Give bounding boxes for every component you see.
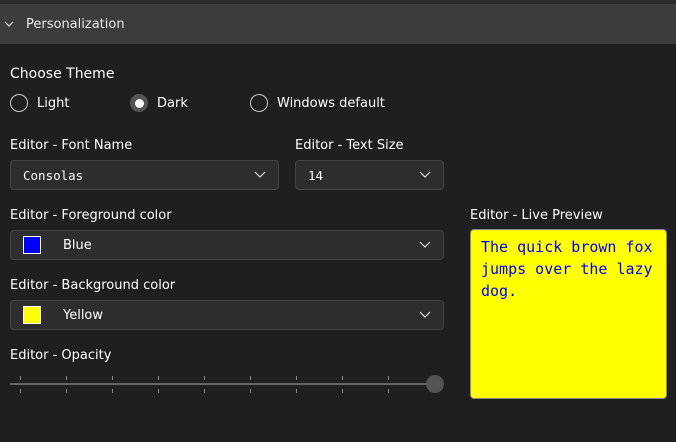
slider-tick <box>20 376 21 380</box>
radio-label: Light <box>37 95 70 111</box>
slider-tick <box>20 389 21 393</box>
slider-tick <box>342 389 343 393</box>
personalization-expander[interactable]: Personalization <box>0 4 676 44</box>
slider-tick <box>204 376 205 380</box>
radio-circle-selected <box>130 94 148 112</box>
radio-windows-default[interactable]: Windows default <box>250 94 385 112</box>
chevron-down-icon <box>419 171 431 178</box>
slider-tick <box>342 376 343 380</box>
slider-tick <box>296 389 297 393</box>
slider-tick <box>158 376 159 380</box>
foreground-value: Blue <box>63 237 92 253</box>
radio-dark[interactable]: Dark <box>130 94 188 112</box>
font-name-dropdown[interactable]: Consolas <box>10 160 279 190</box>
font-name-label: Editor - Font Name <box>10 138 133 153</box>
theme-label: Choose Theme <box>10 66 115 82</box>
slider-tick <box>250 376 251 380</box>
background-color-dropdown[interactable]: Yellow <box>10 300 444 330</box>
text-size-value: 14 <box>308 167 324 183</box>
opacity-slider-track[interactable] <box>10 383 435 385</box>
color-swatch <box>23 306 41 324</box>
radio-label: Windows default <box>277 95 385 111</box>
chevron-down-icon <box>419 311 431 318</box>
slider-tick <box>66 389 67 393</box>
font-name-value: Consolas <box>23 167 84 183</box>
radio-circle <box>10 94 28 112</box>
radio-label: Dark <box>157 95 188 111</box>
slider-tick <box>112 376 113 380</box>
opacity-slider-thumb[interactable] <box>426 375 444 393</box>
text-size-label: Editor - Text Size <box>295 138 404 153</box>
opacity-label: Editor - Opacity <box>10 348 112 363</box>
slider-tick <box>250 389 251 393</box>
foreground-color-dropdown[interactable]: Blue <box>10 230 444 260</box>
background-label: Editor - Background color <box>10 278 176 293</box>
chevron-down-icon <box>254 171 266 178</box>
slider-tick <box>296 376 297 380</box>
section-title: Personalization <box>26 16 125 32</box>
slider-tick <box>388 376 389 380</box>
live-preview: The quick brown fox jumps over the lazy … <box>470 229 667 399</box>
color-swatch <box>23 236 41 254</box>
slider-tick <box>204 389 205 393</box>
slider-tick <box>158 389 159 393</box>
slider-tick <box>112 389 113 393</box>
radio-circle <box>250 94 268 112</box>
foreground-label: Editor - Foreground color <box>10 208 172 223</box>
slider-tick <box>388 389 389 393</box>
radio-light[interactable]: Light <box>10 94 69 112</box>
chevron-down-icon <box>419 241 431 248</box>
background-value: Yellow <box>63 307 104 323</box>
chevron-down-icon <box>4 21 14 27</box>
text-size-dropdown[interactable]: 14 <box>295 160 444 190</box>
preview-label: Editor - Live Preview <box>470 208 603 223</box>
slider-tick <box>66 376 67 380</box>
